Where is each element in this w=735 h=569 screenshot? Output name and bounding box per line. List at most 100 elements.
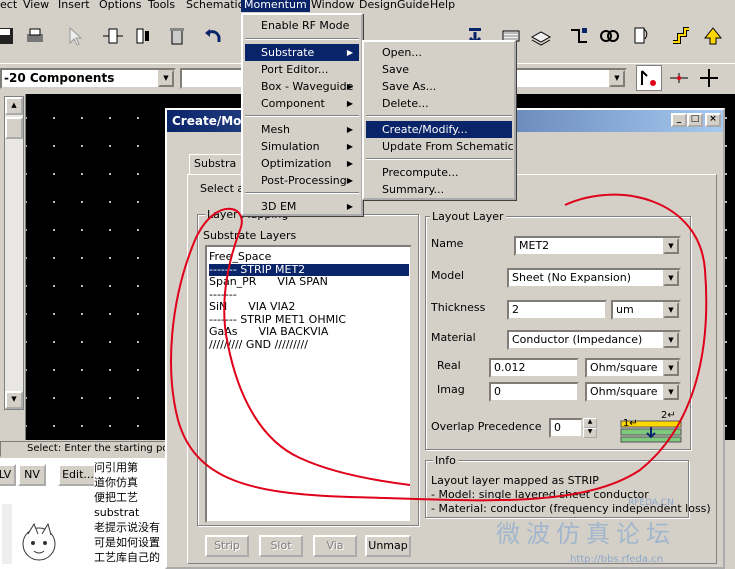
save-icon[interactable] [0,22,18,50]
status-bar: Select: Enter the starting poi [0,441,180,457]
via-button[interactable]: Via [313,535,357,557]
material-select[interactable]: Conductor (Impedance) ▼ [507,330,681,350]
layer-row[interactable]: ///////// GND ///////// [209,338,308,351]
real-unit-select[interactable]: Ohm/square ▼ [585,358,681,378]
connect-icon[interactable] [596,22,622,50]
menu-schematic[interactable]: Schematic [186,0,244,12]
momentum-menu-item[interactable]: Enable RF Mode [245,17,359,34]
layers-stack-icon[interactable] [528,22,554,50]
chevron-down-icon[interactable]: ▼ [663,238,679,254]
momentum-menu-item[interactable]: Simulation ▶ [245,138,359,155]
layer-row[interactable]: GaAs VIA BACKVIA [209,326,328,338]
substrate-menu-item[interactable]: Precompute... [366,164,512,181]
momentum-menu-item[interactable]: Substrate ▶ [245,44,359,61]
substrate-menu-item[interactable]: Summary... [366,181,512,198]
layout-layer-label: Layout Layer [430,210,506,223]
momentum-menu-item[interactable]: Mesh ▶ [245,121,359,138]
model-select[interactable]: Sheet (No Expansion) ▼ [507,268,681,288]
spin-up-icon[interactable]: ▲ [583,418,597,428]
chevron-down-icon[interactable]: ▼ [158,70,174,87]
route-icon[interactable] [566,22,592,50]
imag-unit-select[interactable]: Ohm/square ▼ [585,382,681,402]
layer-row[interactable]: ------- STRIP MET2 [209,263,409,276]
chat-line: 道你仿真 [94,476,138,489]
name-select[interactable]: MET2 ▼ [514,236,681,256]
momentum-menu-item[interactable]: Post-Processing ▶ [245,172,359,189]
momentum-menu-item[interactable]: Optimization ▶ [245,155,359,172]
thickness-unit-select[interactable]: um ▼ [611,300,681,320]
spin-down-icon[interactable]: ▼ [583,428,597,438]
menu-help[interactable]: Help [430,0,455,12]
menu-designguide[interactable]: DesignGuide [359,0,429,12]
vertical-scrollbar[interactable]: ▲ ▼ [4,96,24,410]
rotate-icon[interactable] [628,22,654,50]
chevron-down-icon[interactable]: ▼ [663,384,679,400]
menu-separator [366,158,512,160]
layer-row[interactable]: SiN VIA VIA2 [209,301,295,313]
close-icon[interactable]: × [705,113,721,127]
momentum-menu-item[interactable]: Component ▶ [245,95,359,112]
layer-row[interactable]: ------- STRIP MET1 OHMIC [209,313,346,326]
scroll-down-icon[interactable]: ▼ [5,391,23,409]
minimize-icon[interactable]: _ [671,113,687,127]
crosshair-icon[interactable] [696,65,722,91]
chevron-down-icon[interactable]: ▼ [663,302,679,318]
substrate-menu-item[interactable]: Save [366,61,512,78]
menu-window[interactable]: Window [311,0,354,12]
menu-momentum[interactable]: Momentum [241,0,310,12]
layer-row[interactable]: Span_PR VIA SPAN [209,276,328,288]
scroll-thumb[interactable] [5,117,23,139]
menu-edit[interactable]: ect [0,0,17,12]
lv-button[interactable]: LV [0,464,16,486]
menu-view[interactable]: View [23,0,49,12]
chevron-down-icon[interactable]: ▼ [609,70,625,87]
menu-insert[interactable]: Insert [58,0,90,12]
substrate-menu-item[interactable]: Save As... [366,78,512,95]
substrate-menu-item[interactable]: Create/Modify... [366,121,512,138]
crosshair-snap-icon[interactable] [666,65,692,91]
info-line-1: Layout layer mapped as STRIP [431,474,599,487]
menu-separator [366,115,512,117]
nv-button[interactable]: NV [18,464,46,486]
overlap-spinner[interactable]: ▲ ▼ [583,418,597,438]
layer-row[interactable]: Free_Space [209,251,271,263]
snap-icon[interactable] [636,65,662,91]
chevron-down-icon[interactable]: ▼ [663,360,679,376]
thickness-input[interactable]: 2 [507,300,607,320]
menu-options[interactable]: Options [99,0,141,12]
select-arrow-icon[interactable] [62,22,88,50]
overlap-input[interactable]: 0 [549,418,583,438]
delete-icon[interactable] [164,22,190,50]
insert-pin-icon[interactable] [130,22,156,50]
substrate-menu-item[interactable]: Open... [366,44,512,61]
undo-icon[interactable] [200,22,226,50]
menu-item-label: 3D EM [261,200,297,213]
tab-substrate[interactable]: Substra [189,154,249,174]
substrate-menu-item[interactable]: Update From Schematic [366,138,514,155]
momentum-menu-item[interactable]: Box - Waveguide ▶ [245,78,359,95]
insert-component-icon[interactable] [100,22,126,50]
real-input[interactable]: 0.012 [489,358,579,378]
menu-separator [245,192,359,194]
menu-tools[interactable]: Tools [148,0,175,12]
unmap-button[interactable]: Unmap [365,535,411,557]
edit-button[interactable]: Edit... [58,464,98,486]
layer-row[interactable]: ------- [209,288,237,301]
chevron-down-icon[interactable]: ▼ [663,270,679,286]
maximize-icon[interactable]: □ [687,113,703,127]
menu-item-label: Substrate [261,46,315,59]
momentum-menu-item[interactable]: Port Editor... [245,61,359,78]
imag-input[interactable]: 0 [489,382,579,402]
step-icon[interactable] [668,22,694,50]
print-icon[interactable] [22,22,48,50]
chat-text: 问引用第 道你仿真 便把工艺 substrat 老提示说没有 可是如何设置 工艺… [94,460,168,569]
substrate-layers-list[interactable]: Free_Space ------- STRIP MET2 Span_PR VIA … [205,245,412,523]
substrate-menu-item[interactable]: Delete... [366,95,512,112]
slot-button[interactable]: Slot [259,535,303,557]
up-arrow-icon[interactable] [700,22,726,50]
component-library-select[interactable]: -20 Components ▼ [0,68,176,89]
momentum-menu-item[interactable]: 3D EM ▶ [245,198,359,215]
scroll-up-icon[interactable]: ▲ [5,97,23,115]
chevron-down-icon[interactable]: ▼ [663,332,679,348]
strip-button[interactable]: Strip [205,535,249,557]
